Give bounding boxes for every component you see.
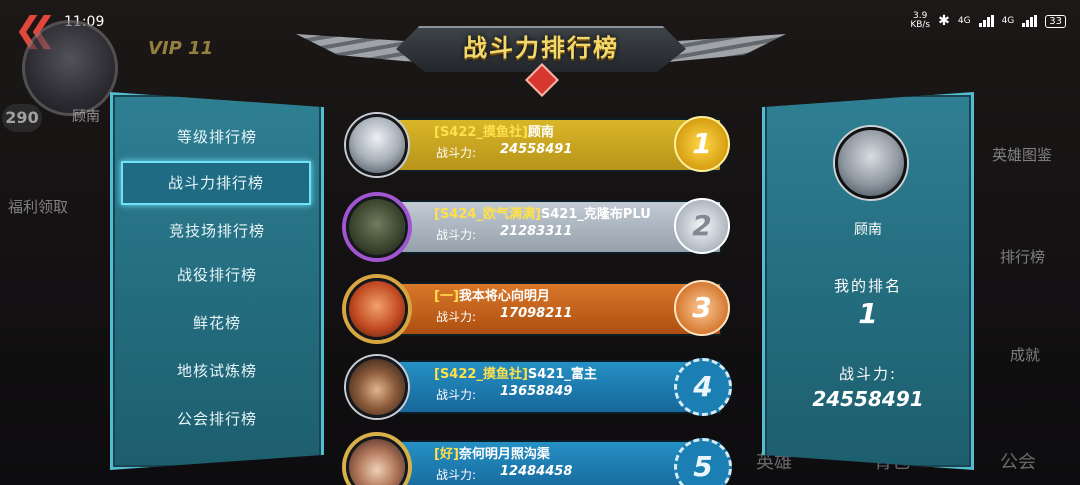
profile-name: 顾南 — [854, 222, 882, 238]
power-value: 21283311 — [500, 224, 573, 239]
player-name-label: [S424_欧气满满]S421_克隆布PLU — [434, 207, 651, 222]
leaderboard-button[interactable]: 排行榜 — [1000, 246, 1045, 267]
player-name-label: [S422_摸鱼社]顾南 — [434, 125, 554, 140]
signal-icon — [1022, 15, 1038, 27]
category-core-trial[interactable]: 地核试炼榜 — [123, 351, 311, 391]
welfare-button[interactable]: 福利领取 — [8, 196, 68, 217]
category-panel: 等级排行榜 战斗力排行榜 竞技场排行榜 战役排行榜 鲜花榜 地核试炼榜 公会排行… — [110, 92, 324, 470]
hero-guide-button[interactable]: 英雄图鉴 — [992, 144, 1052, 165]
signal-label-1: 4G — [957, 16, 971, 26]
ranking-row-4[interactable]: [S422_摸鱼社]S421_富主 战斗力: 13658849 4 — [330, 352, 750, 422]
power-label: 战斗力: — [436, 388, 477, 402]
status-bar: 3.9 KB/s ✱ 4G 4G 33 — [910, 12, 1066, 30]
my-rank-value: 1 — [858, 297, 878, 330]
avatar[interactable] — [346, 278, 408, 340]
profile-avatar — [835, 127, 907, 199]
signal-label-2: 4G — [1001, 16, 1015, 26]
power-value: 17098211 — [500, 306, 573, 321]
rank-3-badge: 3 — [674, 280, 730, 336]
my-rank-label: 我的排名 — [833, 277, 902, 295]
profile-panel: 顾南 我的排名 1 战斗力: 24558491 — [762, 92, 974, 470]
player-name-label: [一]我本将心向明月 — [434, 289, 550, 304]
net-speed: 3.9 KB/s — [910, 12, 930, 30]
category-flowers[interactable]: 鲜花榜 — [123, 303, 311, 343]
avatar[interactable] — [346, 356, 408, 418]
power-value: 24558491 — [500, 142, 573, 157]
avatar[interactable] — [346, 196, 408, 258]
power-label: 战斗力: — [436, 228, 477, 242]
category-arena[interactable]: 竞技场排行榜 — [123, 211, 311, 251]
my-power-label: 战斗力: — [838, 365, 898, 383]
power-label: 战斗力: — [436, 468, 477, 482]
vip-badge: VIP 11 — [148, 38, 214, 59]
bluetooth-icon: ✱ — [938, 13, 950, 29]
page-title: 战斗力排行榜 — [463, 34, 619, 62]
category-guild[interactable]: 公会排行榜 — [123, 399, 311, 439]
category-level[interactable]: 等级排行榜 — [123, 117, 311, 157]
power-label: 战斗力: — [436, 310, 477, 324]
ranking-row-5[interactable]: [好]奈何明月照沟渠 战斗力: 12484458 5 — [330, 432, 750, 485]
ranking-row-2[interactable]: [S424_欧气满满]S421_克隆布PLU 战斗力: 21283311 2 — [330, 192, 750, 262]
player-name-label: [好]奈何明月照沟渠 — [434, 447, 550, 462]
avatar[interactable] — [346, 114, 408, 176]
ranking-row-3[interactable]: [一]我本将心向明月 战斗力: 17098211 3 — [330, 274, 750, 344]
rank-2-badge: 2 — [674, 198, 730, 254]
signal-icon — [978, 15, 994, 27]
power-label: 战斗力: — [436, 146, 477, 160]
achievement-button[interactable]: 成就 — [1010, 344, 1040, 365]
player-avatar[interactable] — [22, 20, 118, 116]
net-speed-unit: KB/s — [910, 20, 931, 30]
power-value: 13658849 — [500, 384, 573, 399]
nav-guild[interactable]: 公会 — [1000, 448, 1036, 474]
player-name-label: [S422_摸鱼社]S421_富主 — [434, 367, 597, 382]
rank-5-badge: 5 — [674, 438, 732, 485]
my-power-value: 24558491 — [812, 387, 924, 411]
category-power[interactable]: 战斗力排行榜 — [121, 161, 311, 205]
ranking-row-1[interactable]: [S422_摸鱼社]顾南 战斗力: 24558491 1 — [330, 110, 750, 180]
battery-icon: 33 — [1045, 14, 1066, 28]
rank-4-badge: 4 — [674, 358, 732, 416]
player-name: 顾南 — [72, 109, 100, 125]
category-campaign[interactable]: 战役排行榜 — [123, 255, 311, 295]
title-banner: 战斗力排行榜 — [296, 18, 786, 97]
rank-1-badge: 1 — [674, 116, 730, 172]
player-level: 290 — [2, 104, 42, 132]
power-value: 12484458 — [500, 464, 573, 479]
